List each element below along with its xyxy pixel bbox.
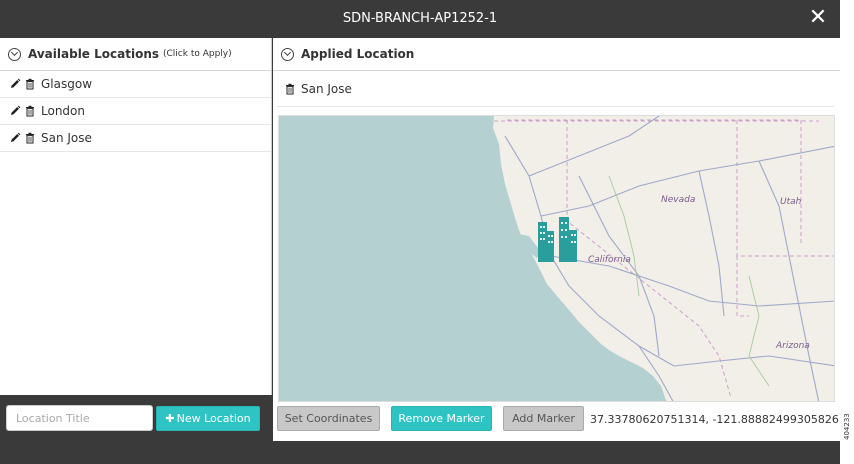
location-item-glasgow[interactable]: Glasgow: [0, 71, 271, 98]
trash-icon[interactable]: [284, 83, 296, 95]
location-map[interactable]: Nevada Utah California Arizona: [278, 115, 835, 402]
coordinates-readout: 37.33780620751314, -121.88882499305826: [590, 413, 839, 426]
location-item-san-jose[interactable]: San Jose: [0, 125, 271, 152]
applied-location-row: San Jose: [277, 71, 834, 107]
available-locations-panel: Available Locations (Click to Apply) Gla…: [0, 38, 272, 395]
pencil-icon[interactable]: [9, 132, 21, 144]
location-list: Glasgow London San Jose: [0, 71, 271, 152]
location-label: London: [41, 104, 85, 118]
location-item-london[interactable]: London: [0, 98, 271, 125]
map-controls: Set Coordinates Remove Marker Add Marker…: [273, 405, 840, 435]
map-label-utah: Utah: [780, 197, 802, 207]
location-label: Glasgow: [41, 77, 93, 91]
location-title-input[interactable]: [6, 405, 153, 431]
remove-marker-button[interactable]: Remove Marker: [391, 406, 492, 431]
applied-location-header[interactable]: Applied Location: [273, 38, 840, 71]
dialog-title: SDN-BRANCH-AP1252-1: [342, 11, 498, 26]
location-label: San Jose: [41, 131, 92, 145]
available-locations-header[interactable]: Available Locations (Click to Apply): [0, 38, 271, 71]
trash-icon[interactable]: [24, 105, 36, 117]
figure-id: 404233: [843, 413, 851, 440]
dialog-titlebar: SDN-BRANCH-AP1252-1 ✕: [0, 0, 840, 38]
new-location-label: New Location: [176, 412, 251, 425]
applied-location-label: San Jose: [301, 81, 352, 96]
new-location-button[interactable]: ✚ New Location: [156, 406, 260, 431]
pencil-icon[interactable]: [9, 105, 21, 117]
plus-icon: ✚: [165, 412, 175, 425]
map-label-california: California: [588, 255, 631, 265]
map-canvas[interactable]: Nevada Utah California Arizona: [279, 116, 835, 402]
available-locations-title: Available Locations: [28, 47, 160, 61]
applied-location-title: Applied Location: [301, 47, 415, 61]
available-locations-hint: (Click to Apply): [163, 49, 232, 59]
trash-icon[interactable]: [24, 132, 36, 144]
add-marker-button[interactable]: Add Marker: [503, 406, 584, 431]
set-coordinates-button[interactable]: Set Coordinates: [277, 406, 380, 431]
collapse-chevron-icon[interactable]: [8, 47, 21, 61]
map-label-arizona: Arizona: [775, 341, 810, 351]
location-dialog: SDN-BRANCH-AP1252-1 ✕ Available Location…: [0, 0, 840, 464]
map-label-nevada: Nevada: [661, 195, 695, 205]
trash-icon[interactable]: [24, 78, 36, 90]
applied-location-panel: Applied Location San Jose Nevada Utah Ca…: [273, 38, 840, 441]
pencil-icon[interactable]: [9, 78, 21, 90]
close-icon[interactable]: ✕: [807, 7, 829, 29]
new-location-bar: ✚New Location: [0, 395, 272, 441]
collapse-chevron-icon[interactable]: [281, 47, 294, 61]
